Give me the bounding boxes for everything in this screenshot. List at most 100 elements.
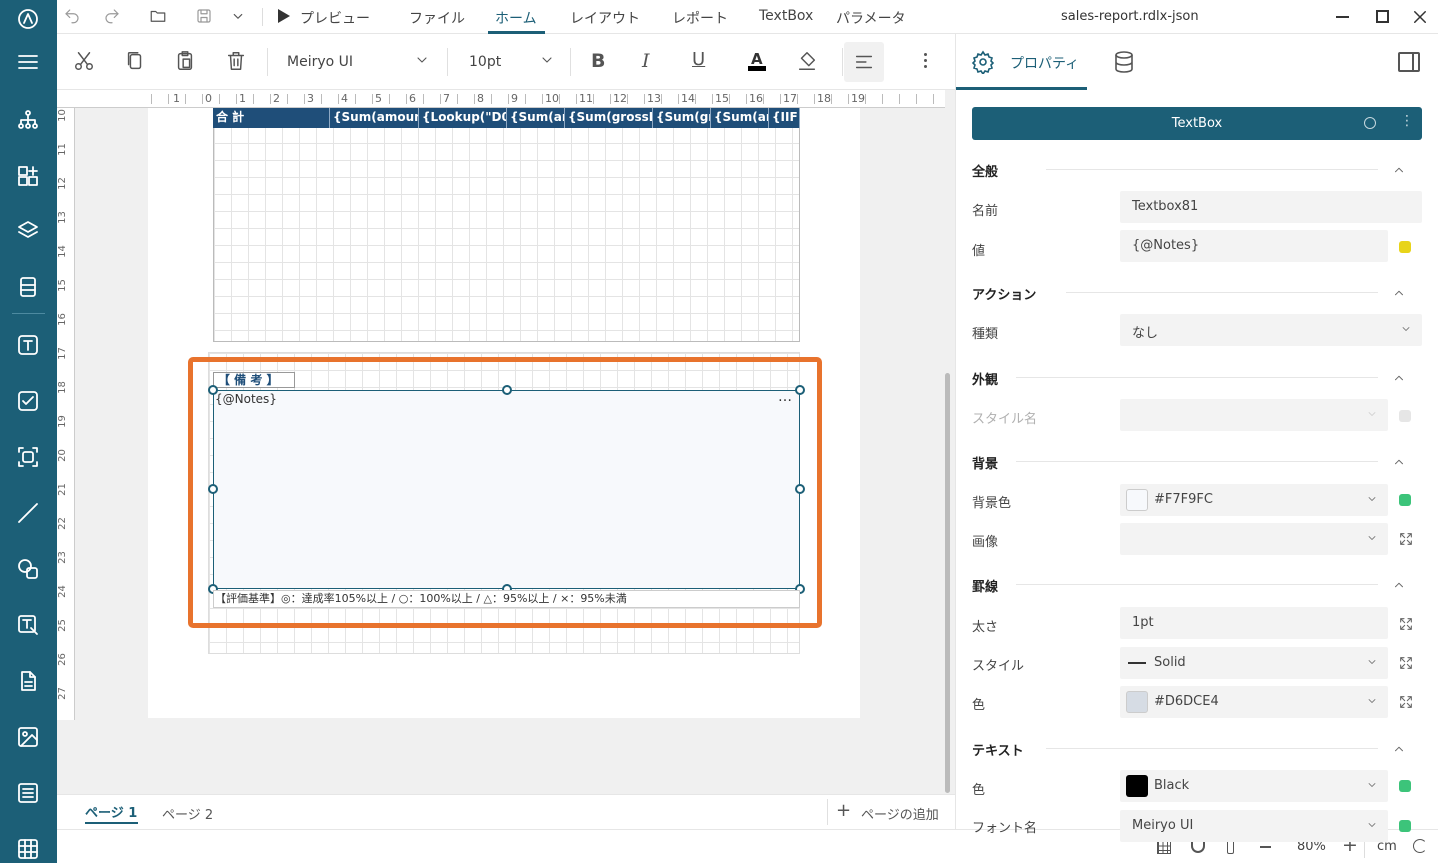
font-size-select[interactable]: 10pt <box>469 54 501 70</box>
minimize-icon[interactable] <box>1336 16 1349 18</box>
value-field[interactable]: {@Notes} <box>1120 230 1388 262</box>
text-color-select[interactable]: Black <box>1120 770 1388 802</box>
table-header-cell[interactable]: {Sum(am <box>507 108 565 128</box>
bold-icon[interactable]: B <box>591 50 605 72</box>
selected-item-header[interactable]: TextBox ⋮ <box>972 107 1422 140</box>
more-options-icon[interactable] <box>924 53 928 71</box>
font-size-chevron-icon[interactable] <box>539 52 555 68</box>
tab-properties[interactable]: プロパティ <box>1010 53 1079 73</box>
header-more-icon[interactable]: ⋮ <box>1400 113 1414 129</box>
menu-textbox[interactable]: TextBox <box>759 8 813 24</box>
undo-icon[interactable] <box>63 7 83 27</box>
border-width-field[interactable]: 1pt <box>1120 607 1388 639</box>
menu-report[interactable]: レポート <box>672 8 728 28</box>
menu-layout[interactable]: レイアウト <box>570 8 640 28</box>
maximize-icon[interactable] <box>1376 10 1389 23</box>
save-options-chevron-icon[interactable] <box>229 7 249 27</box>
tab-page-2[interactable]: ページ 2 <box>162 804 213 823</box>
data-band-icon[interactable] <box>14 273 42 301</box>
cut-icon[interactable] <box>73 50 97 74</box>
border-color-select[interactable]: #D6DCE4 <box>1120 686 1388 718</box>
table-header-cell[interactable]: {Sum(grossPr <box>565 108 653 128</box>
bg-color-select[interactable]: #F7F9FC <box>1120 484 1388 516</box>
table-header-cell[interactable]: {IIF <box>769 108 800 128</box>
components-icon[interactable] <box>14 162 42 190</box>
container-tool-icon[interactable] <box>14 443 42 471</box>
font-name-select[interactable]: Meiryo UI <box>287 54 353 70</box>
shape-tool-icon[interactable] <box>14 555 42 583</box>
section-appearance-chevron-icon[interactable] <box>1392 370 1406 384</box>
add-page-button[interactable]: ページの追加 <box>861 804 939 823</box>
menu-file[interactable]: ファイル <box>409 8 465 28</box>
bg-color-dot[interactable] <box>1399 494 1411 506</box>
zoom-out-icon[interactable] <box>1260 846 1271 848</box>
gear-icon[interactable] <box>971 50 995 76</box>
font-color-icon[interactable]: A <box>748 50 766 72</box>
align-button[interactable] <box>844 42 884 82</box>
open-folder-icon[interactable] <box>149 7 169 27</box>
text-color-dot[interactable] <box>1399 780 1411 792</box>
redo-icon[interactable] <box>103 7 123 27</box>
checkbox-tool-icon[interactable] <box>14 387 42 415</box>
ruler-tick <box>389 94 390 104</box>
ruler-tick <box>576 94 577 104</box>
italic-icon[interactable]: I <box>642 50 650 72</box>
font-name-dot[interactable] <box>1399 820 1411 832</box>
section-text-chevron-icon[interactable] <box>1392 741 1406 755</box>
table-header-cell[interactable]: 合 計 <box>213 108 330 128</box>
border-style-expand-icon[interactable] <box>1398 655 1414 671</box>
section-background-chevron-icon[interactable] <box>1392 454 1406 468</box>
line-tool-icon[interactable] <box>14 499 42 527</box>
fill-color-icon[interactable] <box>796 50 820 74</box>
textbox-tool-icon[interactable] <box>14 331 42 359</box>
image-expand-icon[interactable] <box>1398 531 1414 547</box>
border-width-expand-icon[interactable] <box>1398 616 1414 632</box>
table-total-row[interactable]: 合 計{Sum(amount{Lookup("D00{Sum(am{Sum(gr… <box>213 108 800 128</box>
kind-select[interactable]: なし <box>1120 314 1422 346</box>
border-color-swatch <box>1126 691 1148 713</box>
image-tool-icon[interactable] <box>14 723 42 751</box>
border-color-expand-icon[interactable] <box>1398 694 1414 710</box>
close-icon[interactable] <box>1411 8 1431 28</box>
font-name-field[interactable]: Meiryo UI <box>1120 810 1388 842</box>
table-header-cell[interactable]: {Sum(amount <box>330 108 419 128</box>
section-general-chevron-icon[interactable] <box>1392 162 1406 176</box>
grid-toggle-icon[interactable] <box>1157 840 1171 854</box>
font-name-chevron-icon[interactable] <box>414 52 430 68</box>
list-tool-icon[interactable] <box>14 779 42 807</box>
hamburger-menu-icon[interactable] <box>14 48 42 76</box>
subreport-tool-icon[interactable] <box>14 667 42 695</box>
style-name-select[interactable] <box>1120 399 1388 431</box>
section-action-chevron-icon[interactable] <box>1392 285 1406 299</box>
table-area[interactable] <box>213 108 800 342</box>
copy-icon[interactable] <box>124 50 148 74</box>
add-page-plus-icon[interactable]: + <box>836 800 851 821</box>
paste-icon[interactable] <box>174 50 198 74</box>
table-header-cell[interactable]: {Sum(am <box>711 108 769 128</box>
panel-collapse-icon[interactable] <box>1398 52 1420 72</box>
search-icon[interactable] <box>1364 117 1376 129</box>
menu-home[interactable]: ホーム <box>495 8 537 28</box>
table-tool-icon[interactable] <box>14 835 42 863</box>
save-icon[interactable] <box>195 7 215 27</box>
value-expression-dot[interactable] <box>1399 241 1411 253</box>
image-select[interactable] <box>1120 523 1388 555</box>
style-name-dot[interactable] <box>1399 410 1411 422</box>
layers-icon[interactable] <box>14 217 42 245</box>
database-icon[interactable] <box>1112 50 1136 74</box>
border-style-select[interactable]: Solid <box>1120 647 1388 679</box>
reset-zoom-icon[interactable] <box>1413 839 1427 853</box>
formatted-text-tool-icon[interactable] <box>14 611 42 639</box>
table-header-cell[interactable]: {Sum(gro <box>653 108 711 128</box>
name-field[interactable]: Textbox81 <box>1120 191 1422 223</box>
menu-parameters[interactable]: パラメータ <box>836 8 906 28</box>
menu-preview[interactable]: プレビュー <box>300 8 370 28</box>
canvas-scrollbar[interactable] <box>945 373 950 793</box>
section-border-chevron-icon[interactable] <box>1392 577 1406 591</box>
tree-icon[interactable] <box>14 106 42 134</box>
delete-icon[interactable] <box>225 50 249 74</box>
tab-page-1[interactable]: ページ 1 <box>85 802 137 821</box>
table-header-cell[interactable]: {Lookup("D00 <box>419 108 507 128</box>
underline-icon[interactable]: U <box>692 49 705 70</box>
play-icon[interactable] <box>278 9 290 23</box>
